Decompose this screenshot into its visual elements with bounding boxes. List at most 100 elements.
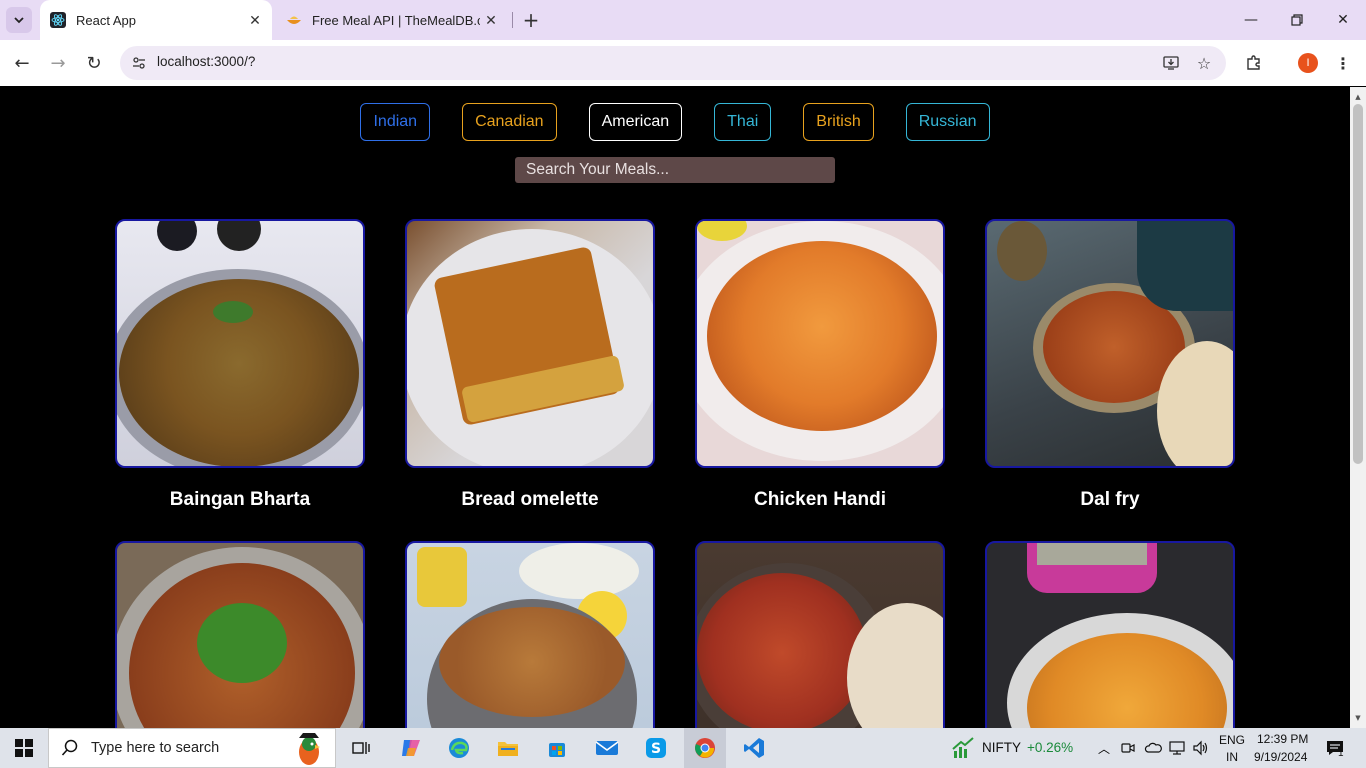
input-language[interactable]: ENG <box>1219 733 1245 747</box>
mail-button[interactable] <box>590 728 624 768</box>
meal-image[interactable] <box>985 219 1235 468</box>
category-button-british[interactable]: British <box>803 103 874 141</box>
category-button-thai[interactable]: Thai <box>714 103 772 141</box>
reload-icon: ↻ <box>86 52 102 74</box>
mail-icon <box>595 741 619 755</box>
onedrive-icon[interactable] <box>1142 728 1164 768</box>
svg-text:S: S <box>651 741 661 757</box>
restore-icon <box>1291 14 1303 26</box>
copilot-button[interactable] <box>394 728 428 768</box>
meal-image[interactable] <box>405 541 655 728</box>
vscode-button[interactable] <box>737 728 771 768</box>
store-icon <box>549 743 565 757</box>
meal-image[interactable] <box>695 541 945 728</box>
browser-toolbar: ← → ↻ localhost:3000/? ☆ ⋮ <box>0 40 1366 86</box>
plus-icon: + <box>522 8 540 32</box>
meal-name: Chicken Handi <box>754 489 886 510</box>
close-window-button[interactable]: ✕ <box>1320 0 1366 40</box>
clock-time[interactable]: 12:39 PM <box>1257 732 1308 746</box>
category-button-canadian[interactable]: Canadian <box>462 103 557 141</box>
meal-card[interactable]: Chicken Handi <box>695 219 945 510</box>
close-tab-icon[interactable]: ✕ <box>244 12 266 29</box>
chrome-icon <box>695 738 715 758</box>
bookmark-star-icon[interactable]: ☆ <box>1193 52 1215 74</box>
close-icon: ✕ <box>1337 12 1349 28</box>
windows-logo-icon <box>15 739 33 757</box>
meal-image[interactable] <box>115 541 365 728</box>
browser-menu-button[interactable]: ⋮ <box>1329 49 1357 77</box>
notification-count: 1 <box>1338 748 1344 759</box>
taskbar: Type here to search S NIFTY +0.26% ︿ ENG… <box>0 728 1366 768</box>
show-hidden-icons-button[interactable]: ︿ <box>1094 728 1114 768</box>
meal-card[interactable] <box>115 541 365 728</box>
puzzle-icon <box>1247 55 1260 70</box>
meal-card[interactable] <box>985 541 1235 728</box>
url-text: localhost:3000/? <box>157 54 256 69</box>
minimize-button[interactable]: — <box>1228 0 1274 40</box>
meal-card[interactable]: Bread omelette <box>405 219 655 510</box>
meal-card[interactable]: Baingan Bharta <box>115 219 365 510</box>
task-view-button[interactable] <box>344 728 378 768</box>
arrow-left-icon: ← <box>14 52 30 74</box>
meal-name: Bread omelette <box>461 489 599 510</box>
page-viewport: Indian Canadian American Thai British Ru… <box>0 87 1350 728</box>
category-button-indian[interactable]: Indian <box>360 103 431 141</box>
tab-search-button[interactable] <box>6 7 32 33</box>
react-icon <box>50 12 66 28</box>
input-region[interactable]: IN <box>1226 750 1238 764</box>
site-info-icon[interactable] <box>128 52 150 74</box>
meal-bowl-icon <box>286 12 302 28</box>
scroll-down-icon[interactable]: ▼ <box>1350 710 1366 726</box>
tab-mealdb[interactable]: Free Meal API | TheMealDB.com ✕ <box>278 0 508 40</box>
taskbar-search[interactable]: Type here to search <box>48 728 336 768</box>
extensions-button[interactable] <box>1240 49 1268 77</box>
scroll-up-icon[interactable]: ▲ <box>1350 89 1366 105</box>
clock-date[interactable]: 9/19/2024 <box>1254 750 1307 764</box>
restore-button[interactable] <box>1274 0 1320 40</box>
reload-button[interactable]: ↻ <box>80 49 108 77</box>
scrollbar-thumb[interactable] <box>1353 104 1363 464</box>
address-bar[interactable]: localhost:3000/? ☆ <box>120 46 1226 80</box>
close-tab-icon[interactable]: ✕ <box>480 12 502 29</box>
stock-name[interactable]: NIFTY <box>982 740 1021 755</box>
meal-image[interactable] <box>695 219 945 468</box>
volume-icon[interactable] <box>1190 728 1212 768</box>
microsoft-store-button[interactable] <box>540 728 574 768</box>
profile-avatar[interactable]: I <box>1298 53 1318 73</box>
skype-button[interactable]: S <box>639 728 673 768</box>
copilot-icon <box>402 740 420 756</box>
page-scrollbar[interactable]: ▲ ▼ <box>1350 87 1366 728</box>
more-vertical-icon: ⋮ <box>1335 53 1351 73</box>
chrome-button[interactable] <box>684 728 726 768</box>
meal-image[interactable] <box>405 219 655 468</box>
category-button-russian[interactable]: Russian <box>905 103 990 141</box>
tab-separator <box>512 12 513 28</box>
file-explorer-button[interactable] <box>491 728 525 768</box>
notification-center-button[interactable] <box>1320 728 1350 768</box>
search-icon <box>61 739 78 756</box>
meal-card[interactable] <box>405 541 655 728</box>
stock-change[interactable]: +0.26% <box>1027 740 1073 755</box>
meet-now-icon[interactable] <box>1118 728 1138 768</box>
meal-image[interactable] <box>115 219 365 468</box>
arrow-right-icon: → <box>50 52 66 74</box>
chevron-up-icon: ︿ <box>1097 741 1110 756</box>
start-button[interactable] <box>0 728 48 768</box>
edge-button[interactable] <box>442 728 476 768</box>
meal-card[interactable]: Dal fry <box>985 219 1235 510</box>
meal-search-input[interactable]: Search Your Meals... <box>515 157 835 183</box>
forward-button[interactable]: → <box>44 49 72 77</box>
minimize-icon: — <box>1244 12 1258 28</box>
meal-card[interactable] <box>695 541 945 728</box>
stock-widget-icon[interactable] <box>948 728 978 768</box>
category-button-american[interactable]: American <box>588 103 683 141</box>
meal-image[interactable] <box>985 541 1235 728</box>
vscode-icon <box>744 738 764 758</box>
search-highlight-parrot-icon <box>299 733 320 765</box>
install-app-icon[interactable] <box>1160 52 1182 74</box>
tab-title: Free Meal API | TheMealDB.com <box>312 12 480 28</box>
network-icon[interactable] <box>1166 728 1188 768</box>
tab-react-app[interactable]: React App ✕ <box>40 0 272 40</box>
new-tab-button[interactable]: + <box>518 6 544 34</box>
back-button[interactable]: ← <box>8 49 36 77</box>
